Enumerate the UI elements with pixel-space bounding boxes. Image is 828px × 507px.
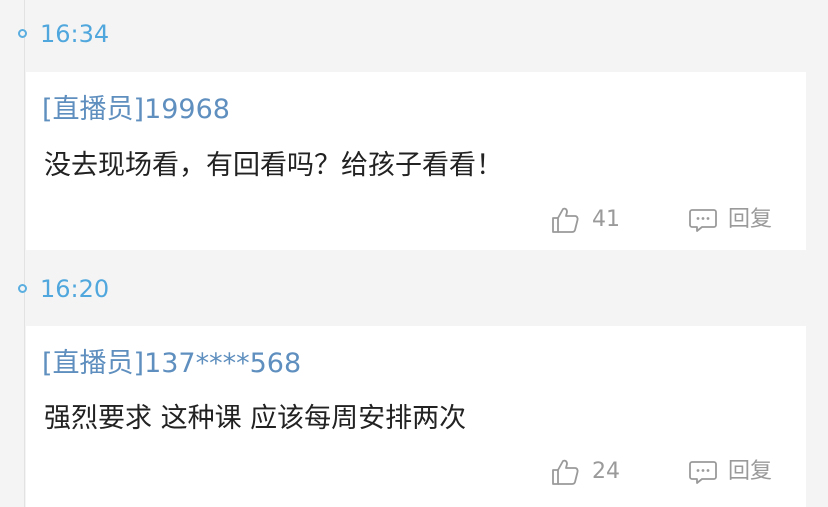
thumbs-up-icon <box>552 207 579 233</box>
comment-bubble-icon <box>689 209 717 232</box>
comment-card: [直播员]137****568 强烈要求 这种课 应该每周安排两次 24 回复 <box>26 326 806 507</box>
comment-card: [直播员]19968 没去现场看，有回看吗？给孩子看看！ 41 回复 <box>26 72 806 250</box>
comment-actions: 41 回复 <box>26 200 806 240</box>
like-count: 24 <box>592 459 620 484</box>
comment-text: 没去现场看，有回看吗？给孩子看看！ <box>44 150 503 181</box>
thumbs-up-icon <box>552 459 579 485</box>
like-button[interactable]: 24 <box>550 452 620 492</box>
comment-username[interactable]: [直播员]19968 <box>42 94 230 126</box>
comment-text: 强烈要求 这种课 应该每周安排两次 <box>44 403 467 434</box>
reply-button[interactable]: 回复 <box>688 452 772 492</box>
like-button[interactable]: 41 <box>550 200 620 240</box>
reply-button[interactable]: 回复 <box>688 200 772 240</box>
like-count: 41 <box>592 207 620 232</box>
reply-label: 回复 <box>728 207 773 232</box>
timeline-dot-icon <box>18 284 27 293</box>
comment-actions: 24 回复 <box>26 452 806 492</box>
timeline-dot-icon <box>18 29 27 38</box>
reply-label: 回复 <box>728 459 773 484</box>
timestamp: 16:34 <box>40 20 110 48</box>
comment-bubble-icon <box>689 461 717 484</box>
timestamp: 16:20 <box>40 275 110 303</box>
timeline-line <box>24 0 25 507</box>
comment-timeline: 16:34 [直播员]19968 没去现场看，有回看吗？给孩子看看！ 41 回复 <box>0 0 828 507</box>
comment-username[interactable]: [直播员]137****568 <box>42 348 301 380</box>
